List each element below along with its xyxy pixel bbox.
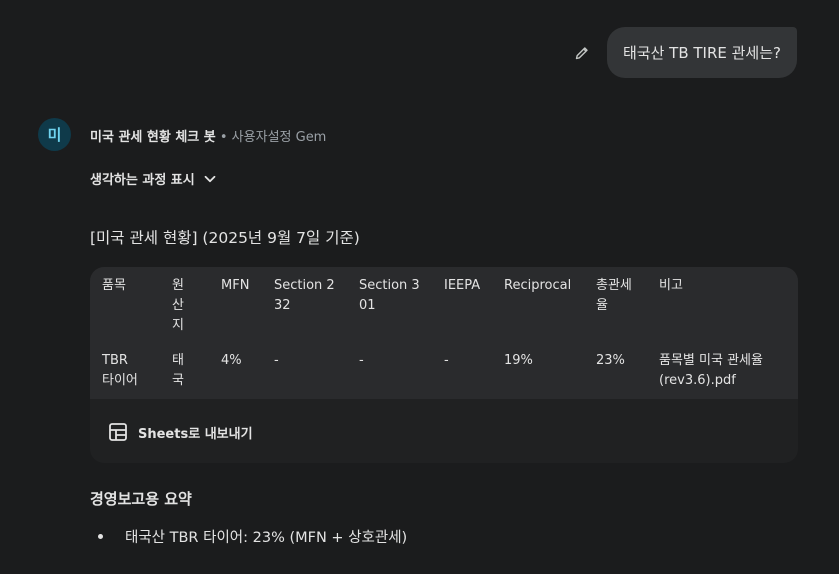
table-cell: 23% bbox=[596, 353, 625, 368]
table-header-cell: MFN bbox=[221, 278, 250, 293]
gem-avatar: 미 bbox=[38, 118, 71, 151]
gem-header: 미국 관세 현황 체크 봇 • 사용자설정 Gem bbox=[90, 126, 326, 145]
table-header-cell: 품목 bbox=[102, 278, 126, 293]
gem-name: 미국 관세 현황 체크 봇 bbox=[90, 130, 216, 145]
table-cell: TBR 타이어 bbox=[102, 353, 138, 388]
show-thinking-button[interactable]: 생각하는 과정 표시 bbox=[90, 169, 217, 188]
chevron-down-icon bbox=[204, 175, 216, 182]
table-cell: - bbox=[444, 353, 449, 368]
export-to-sheets-button[interactable]: Sheets로 내보내기 bbox=[108, 422, 253, 442]
sheets-table-icon bbox=[109, 423, 127, 441]
chat-page: 태국산 TB TIRE 관세는? 미 미국 관세 현황 체크 봇 • 사용자설정… bbox=[0, 0, 839, 574]
table-cell: - bbox=[274, 353, 279, 368]
bullet-dot bbox=[98, 534, 103, 539]
export-label: Sheets로 내보내기 bbox=[138, 426, 253, 442]
user-message-bubble: 태국산 TB TIRE 관세는? bbox=[606, 27, 797, 78]
table-header-cell: Section 232 bbox=[274, 278, 335, 313]
gem-avatar-letter: 미 bbox=[47, 126, 62, 144]
table-header-cell: 원산지 bbox=[172, 278, 184, 333]
edit-icon[interactable] bbox=[571, 42, 593, 64]
summary-bullet: 태국산 TBR 타이어: 23% (MFN + 상호관세) bbox=[98, 526, 407, 547]
response-heading: [미국 관세 현황] (2025년 9월 7일 기준) bbox=[90, 229, 360, 247]
summary-title: 경영보고용 요약 bbox=[90, 490, 192, 508]
tariff-table: 품목 원산지 MFN Section 232 Section 301 IEEPA… bbox=[90, 267, 798, 399]
table-cell: 태국 bbox=[172, 353, 184, 388]
summary-bullet-text: 태국산 TBR 타이어: 23% (MFN + 상호관세) bbox=[125, 530, 408, 546]
table-cell: 4% bbox=[221, 353, 242, 368]
table-header-cell: 비고 bbox=[659, 278, 683, 293]
table-header-cell: Reciprocal bbox=[504, 278, 572, 293]
table-header-cell: Section 301 bbox=[359, 278, 420, 313]
user-message-row: 태국산 TB TIRE 관세는? bbox=[571, 27, 797, 78]
show-thinking-label: 생각하는 과정 표시 bbox=[90, 173, 195, 188]
user-message-text: 태국산 TB TIRE 관세는? bbox=[622, 44, 781, 62]
tariff-table-card: 품목 원산지 MFN Section 232 Section 301 IEEPA… bbox=[90, 267, 798, 463]
table-cell: - bbox=[359, 353, 364, 368]
gem-meta: • 사용자설정 Gem bbox=[215, 130, 327, 145]
table-cell: 품목별 미국 관세율 (rev3.6).pdf bbox=[659, 353, 763, 388]
table-header-cell: 총관세율 bbox=[596, 278, 632, 313]
table-cell: 19% bbox=[504, 353, 533, 368]
table-header-cell: IEEPA bbox=[444, 278, 481, 293]
